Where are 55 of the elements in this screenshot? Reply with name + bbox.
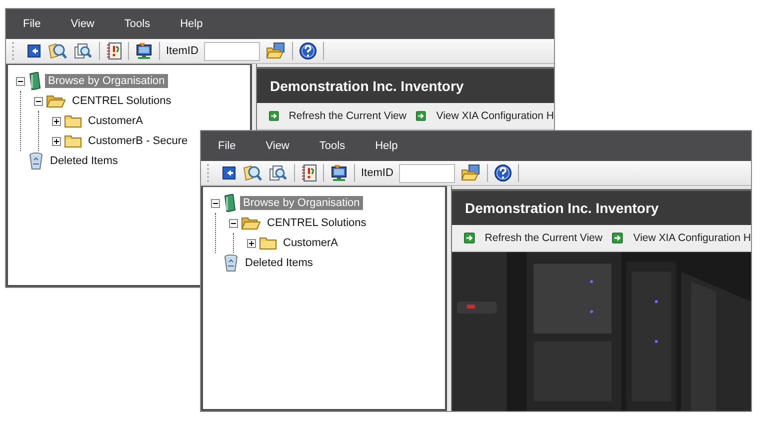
tree-item[interactable]: CENTREL Solutions: [264, 216, 370, 230]
action-link[interactable]: View XIA Configuration H: [436, 110, 554, 122]
folder-icon: [259, 236, 277, 250]
page-title: Demonstration Inc. Inventory: [465, 200, 659, 216]
tree-item[interactable]: Deleted Items: [242, 256, 316, 270]
folder-icon: [64, 134, 82, 148]
search-icon[interactable]: [47, 42, 67, 60]
help-icon[interactable]: [494, 164, 512, 182]
collapse-icon[interactable]: [34, 96, 43, 106]
tree-item[interactable]: CustomerA: [280, 236, 342, 250]
search-icon[interactable]: [268, 164, 288, 182]
tree-item[interactable]: Browse by Organisation: [240, 196, 363, 210]
search-icon[interactable]: [73, 42, 93, 60]
item-id-label: ItemID: [166, 45, 198, 57]
action-link[interactable]: Refresh the Current View: [484, 232, 602, 244]
tree-item[interactable]: CENTREL Solutions: [69, 94, 174, 108]
folder-icon[interactable]: [266, 42, 286, 60]
item-id-label: ItemID: [361, 167, 394, 179]
expand-icon[interactable]: [52, 136, 61, 146]
action-link[interactable]: Refresh the Current View: [288, 110, 406, 122]
folder-icon[interactable]: [461, 164, 482, 182]
notebook-icon[interactable]: [106, 42, 122, 60]
tree-item[interactable]: Deleted Items: [47, 154, 121, 168]
open-folder-icon: [241, 216, 261, 230]
search-icon[interactable]: [242, 164, 262, 182]
collapse-icon[interactable]: [229, 218, 238, 228]
menu-item[interactable]: File: [12, 18, 52, 30]
tree-item[interactable]: CustomerB - Secure: [85, 134, 191, 148]
expand-icon[interactable]: [52, 116, 61, 126]
computer-icon[interactable]: [135, 42, 153, 60]
menu-item[interactable]: Tools: [308, 140, 356, 152]
item-id-field[interactable]: [204, 42, 260, 60]
tree-item[interactable]: CustomerA: [85, 114, 146, 128]
notebook-icon[interactable]: [301, 164, 317, 182]
menu-item[interactable]: View: [60, 18, 106, 30]
item-id-field[interactable]: [399, 164, 456, 182]
computer-icon[interactable]: [330, 164, 348, 182]
menu-item[interactable]: Help: [169, 18, 214, 30]
open-folder-icon: [46, 94, 66, 108]
menu-item[interactable]: Tools: [113, 18, 162, 30]
action-link[interactable]: View XIA Configuration H: [633, 232, 751, 244]
book-icon: [28, 72, 42, 90]
menu-item[interactable]: Help: [364, 140, 409, 152]
folder-icon: [64, 114, 82, 128]
page-title: Demonstration Inc. Inventory: [270, 78, 464, 94]
help-icon[interactable]: [299, 42, 318, 60]
recycle-bin-icon: [223, 254, 239, 272]
collapse-icon[interactable]: [16, 76, 25, 86]
book-icon: [223, 194, 237, 212]
recycle-bin-icon: [28, 152, 44, 170]
collapse-icon[interactable]: [211, 198, 220, 208]
tree-item[interactable]: Browse by Organisation: [45, 74, 168, 88]
expand-icon[interactable]: [247, 238, 256, 248]
menu-item[interactable]: File: [207, 140, 247, 152]
menu-item[interactable]: View: [254, 140, 300, 152]
